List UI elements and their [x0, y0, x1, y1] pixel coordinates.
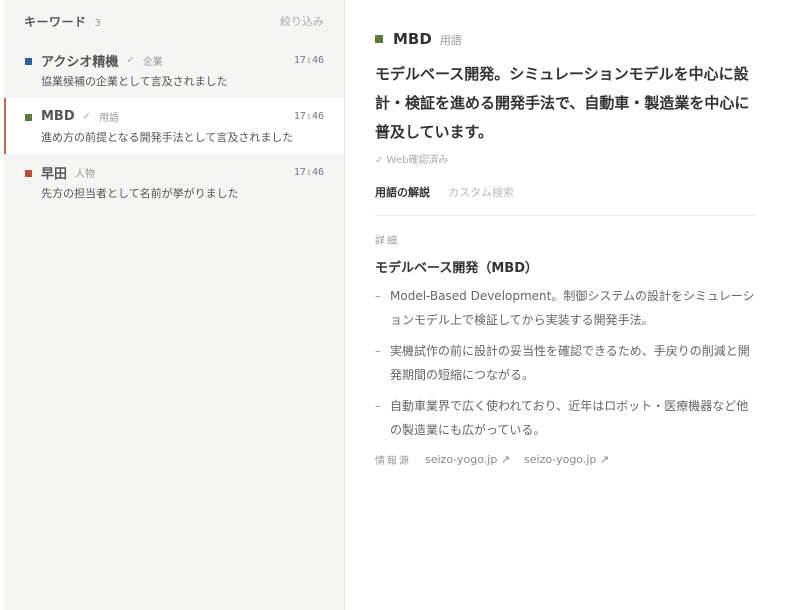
keyword-time: 17:46 — [293, 166, 324, 178]
source-link[interactable]: seizo-yogo.jp ↗ — [524, 453, 609, 466]
sidebar-header: キーワード 3 絞り込み — [4, 0, 344, 42]
details-bullet: 自動車業界で広く使われており、近年はロボット・医療機器など他の製造業にも広がって… — [375, 394, 759, 442]
web-verified-label: ✓ Web確認済み — [375, 155, 449, 166]
keyword-detail-panel: MBD 用語 モデルベース開発。シミュレーションモデルを中心に設計・検証を進める… — [345, 0, 785, 610]
keyword-time: 17:46 — [293, 54, 324, 66]
app: キーワード 3 絞り込み アクシオ精機 ✓ 企業 17:46 協業候補の企業とし… — [0, 0, 785, 610]
keyword-item-hayata[interactable]: 早田 人物 17:46 先方の担当者として名前が挙がりました — [4, 154, 344, 210]
sources-label: 情報源 — [375, 456, 411, 467]
details-list: Model-Based Development。制御システムの設計をシミュレーシ… — [375, 284, 759, 442]
details-section-label: 詳細 — [375, 236, 399, 247]
verified-check-icon: ✓ — [126, 54, 135, 66]
sources-row: 情報源 seizo-yogo.jp ↗ seizo-yogo.jp ↗ — [375, 452, 755, 467]
keyword-count: 3 — [94, 17, 101, 29]
keyword-name: 早田 — [41, 166, 68, 182]
keyword-description: 協業候補の企業として言及されました — [41, 75, 228, 88]
person-marker-icon — [25, 170, 32, 177]
keyword-type: 企業 — [142, 56, 163, 68]
tab-term-explanation[interactable]: 用語の解説 — [375, 184, 430, 200]
sidebar-title-label: キーワード — [24, 14, 87, 29]
details-bullet: Model-Based Development。制御システムの設計をシミュレーシ… — [375, 284, 759, 332]
term-marker-icon — [25, 114, 32, 121]
keyword-sidebar: キーワード 3 絞り込み アクシオ精機 ✓ 企業 17:46 協業候補の企業とし… — [4, 0, 345, 610]
keyword-definition: モデルベース開発。シミュレーションモデルを中心に設計・検証を進める開発手法で、自… — [375, 65, 750, 141]
verified-check-icon: ✓ — [82, 110, 92, 122]
filter-button[interactable]: 絞り込み — [280, 13, 324, 29]
divider — [375, 215, 755, 216]
detail-tabs: 用語の解説 カスタム検索 — [375, 182, 755, 202]
detail-keyword-type: 用語 — [439, 34, 462, 47]
keyword-item-mbd[interactable]: MBD ✓ 用語 17:46 進め方の前提となる開発手法として言及されました — [4, 98, 344, 154]
company-marker-icon — [25, 58, 32, 65]
details-bullet: 実機試作の前に設計の妥当性を確認できるため、手戻りの削減と開発期間の短縮につなが… — [375, 339, 759, 387]
tab-custom-search[interactable]: カスタム検索 — [448, 184, 514, 200]
detail-keyword-name: MBD — [393, 30, 432, 48]
keyword-item-axio[interactable]: アクシオ精機 ✓ 企業 17:46 協業候補の企業として言及されました — [4, 42, 344, 98]
details-title: モデルベース開発（MBD） — [375, 261, 538, 276]
keyword-type: 人物 — [75, 168, 96, 180]
keyword-name: アクシオ精機 — [41, 54, 119, 70]
term-marker-icon — [375, 35, 383, 43]
keyword-time: 17:46 — [293, 110, 324, 122]
keyword-description: 先方の担当者として名前が挙がりました — [41, 187, 239, 200]
source-link[interactable]: seizo-yogo.jp ↗ — [425, 453, 510, 466]
keyword-description: 進め方の前提となる開発手法として言及されました — [41, 131, 294, 144]
detail-header: MBD 用語 — [375, 30, 755, 48]
keyword-name: MBD — [41, 108, 75, 124]
keyword-type: 用語 — [99, 112, 120, 124]
sidebar-title: キーワード 3 — [24, 13, 101, 30]
